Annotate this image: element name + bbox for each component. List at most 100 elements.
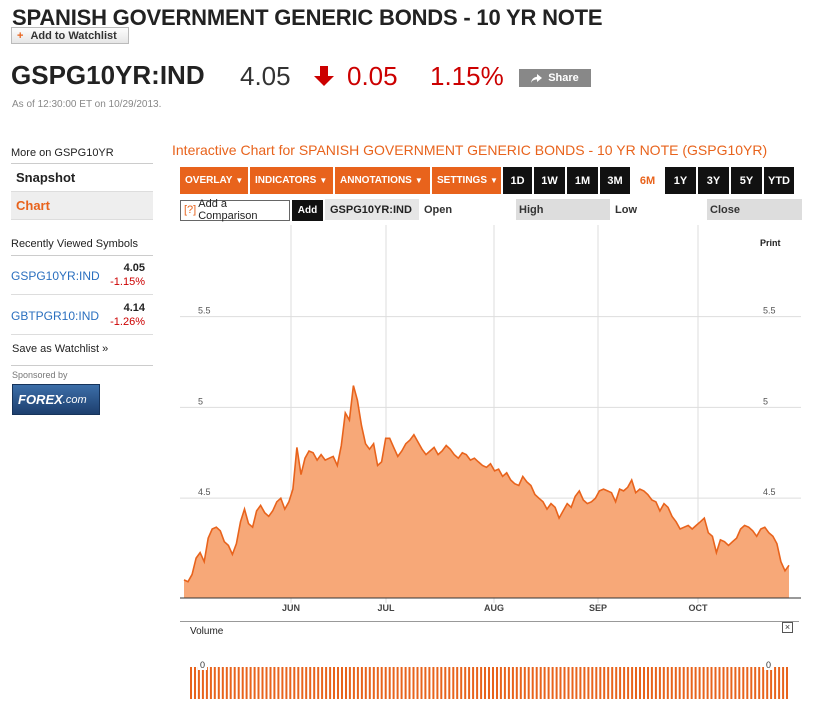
- volume-bar: [682, 667, 685, 699]
- volume-bar: [722, 667, 725, 699]
- range-ytd-button[interactable]: YTD: [764, 167, 796, 194]
- volume-bar: [515, 667, 518, 699]
- add-comparison-input[interactable]: [?] Add a Comparison: [180, 198, 290, 222]
- recent-symbol-value: 4.14: [123, 302, 145, 314]
- volume-label: Volume: [190, 626, 224, 637]
- volume-bar: [770, 667, 773, 699]
- volume-bar: [297, 667, 300, 699]
- volume-bar: [666, 667, 669, 699]
- volume-bar: [643, 667, 645, 699]
- volume-bar: [786, 667, 788, 699]
- volume-bar: [492, 667, 494, 699]
- forex-logo[interactable]: FOREX .com: [12, 384, 100, 415]
- volume-bar: [217, 667, 220, 699]
- volume-bar: [333, 667, 335, 699]
- range-1y-button[interactable]: 1Y: [665, 167, 698, 194]
- range-1w-button[interactable]: 1W: [534, 167, 567, 194]
- share-button[interactable]: Share: [519, 69, 591, 87]
- range-1d-button[interactable]: 1D: [503, 167, 534, 194]
- volume-bar: [754, 667, 757, 699]
- volume-bar: [404, 667, 407, 699]
- volume-bar: [690, 667, 693, 699]
- range-3m-button[interactable]: 3M: [600, 167, 632, 194]
- add-to-watchlist-button[interactable]: + Add to Watchlist: [11, 27, 129, 44]
- y-tick-label-right: 4.5: [763, 487, 776, 497]
- share-label: Share: [548, 72, 579, 84]
- chevron-down-icon: ▼: [490, 176, 498, 185]
- range-6m-button[interactable]: 6M: [632, 167, 665, 194]
- legend-high: High: [516, 199, 610, 220]
- range-5y-button[interactable]: 5Y: [731, 167, 764, 194]
- annotations-menu[interactable]: ANNOTATIONS ▼: [335, 167, 432, 194]
- sidebar-item-snapshot[interactable]: Snapshot: [11, 164, 153, 192]
- volume-bar: [420, 667, 423, 699]
- recent-symbol-change: -1.15%: [110, 276, 145, 288]
- volume-bar: [345, 667, 347, 699]
- volume-bar: [257, 667, 260, 699]
- sponsored-by-label: Sponsored by: [12, 370, 68, 380]
- volume-bar: [376, 667, 379, 699]
- add-comparison-button[interactable]: Add: [292, 199, 323, 221]
- volume-bar: [551, 667, 554, 699]
- sidebar-item-chart[interactable]: Chart: [11, 192, 153, 220]
- recent-symbol-link[interactable]: GSPG10YR:IND: [11, 269, 100, 283]
- volume-bar: [464, 667, 467, 699]
- volume-bar: [313, 667, 316, 699]
- chart-title: Interactive Chart for SPANISH GOVERNMENT…: [172, 142, 768, 158]
- range-3y-button[interactable]: 3Y: [698, 167, 731, 194]
- volume-bar: [388, 667, 391, 699]
- print-link[interactable]: Print: [760, 238, 781, 248]
- volume-bar: [472, 667, 475, 699]
- volume-bar: [460, 667, 463, 699]
- volume-bar: [329, 667, 332, 699]
- volume-bar: [213, 667, 216, 699]
- volume-bar: [412, 667, 415, 699]
- volume-bar: [249, 667, 252, 699]
- volume-bar: [436, 667, 439, 699]
- recent-symbol-value: 4.05: [123, 262, 145, 274]
- price-chart[interactable]: 5.5 5.5 5 5 4.5 4.5 JUN JUL AUG SEP OCT: [180, 225, 801, 617]
- volume-bar: [305, 667, 308, 699]
- range-1m-button[interactable]: 1M: [567, 167, 600, 194]
- volume-bar: [746, 667, 749, 699]
- volume-bar: [360, 667, 363, 699]
- volume-bar: [309, 667, 312, 699]
- recent-symbol-link[interactable]: GBTPGR10:IND: [11, 309, 99, 323]
- save-as-watchlist-link[interactable]: Save as Watchlist »: [12, 343, 108, 355]
- last-price: 4.05: [240, 61, 291, 91]
- volume-bar: [233, 667, 236, 699]
- volume-bar: [503, 667, 506, 699]
- volume-bar: [539, 667, 542, 699]
- volume-bar: [734, 667, 737, 699]
- volume-bar: [201, 667, 204, 699]
- comparison-bar: [?] Add a Comparison Add GSPG10YR:IND Op…: [180, 198, 802, 222]
- volume-bar: [559, 667, 562, 699]
- volume-bar: [205, 667, 208, 699]
- help-icon[interactable]: [?]: [184, 204, 196, 216]
- settings-menu[interactable]: SETTINGS ▼: [432, 167, 503, 194]
- volume-bar: [253, 667, 256, 699]
- page: SPANISH GOVERNMENT GENERIC BONDS - 10 YR…: [0, 0, 821, 713]
- volume-bar: [718, 667, 721, 699]
- volume-bar: [372, 667, 375, 699]
- volume-bar: [766, 667, 769, 699]
- volume-bar: [444, 667, 447, 699]
- volume-bar: [674, 667, 677, 699]
- volume-bar: [352, 667, 355, 699]
- volume-bar: [714, 667, 717, 699]
- volume-bar: [710, 667, 713, 699]
- volume-bar: [706, 667, 709, 699]
- overlay-menu[interactable]: OVERLAY ▼: [180, 167, 250, 194]
- volume-bar: [416, 667, 419, 699]
- volume-bar: [194, 667, 196, 699]
- volume-bar: [615, 667, 618, 699]
- volume-zero-label: 0: [766, 660, 771, 670]
- y-tick-label-right: 5: [763, 396, 768, 406]
- volume-bar: [595, 667, 598, 699]
- volume-bar: [774, 667, 777, 699]
- indicators-menu[interactable]: INDICATORS ▼: [250, 167, 335, 194]
- as-of-timestamp: As of 12:30:00 ET on 10/29/2013.: [12, 99, 162, 110]
- volume-bar: [654, 667, 657, 699]
- volume-bar: [456, 667, 459, 699]
- close-icon[interactable]: ×: [782, 622, 793, 633]
